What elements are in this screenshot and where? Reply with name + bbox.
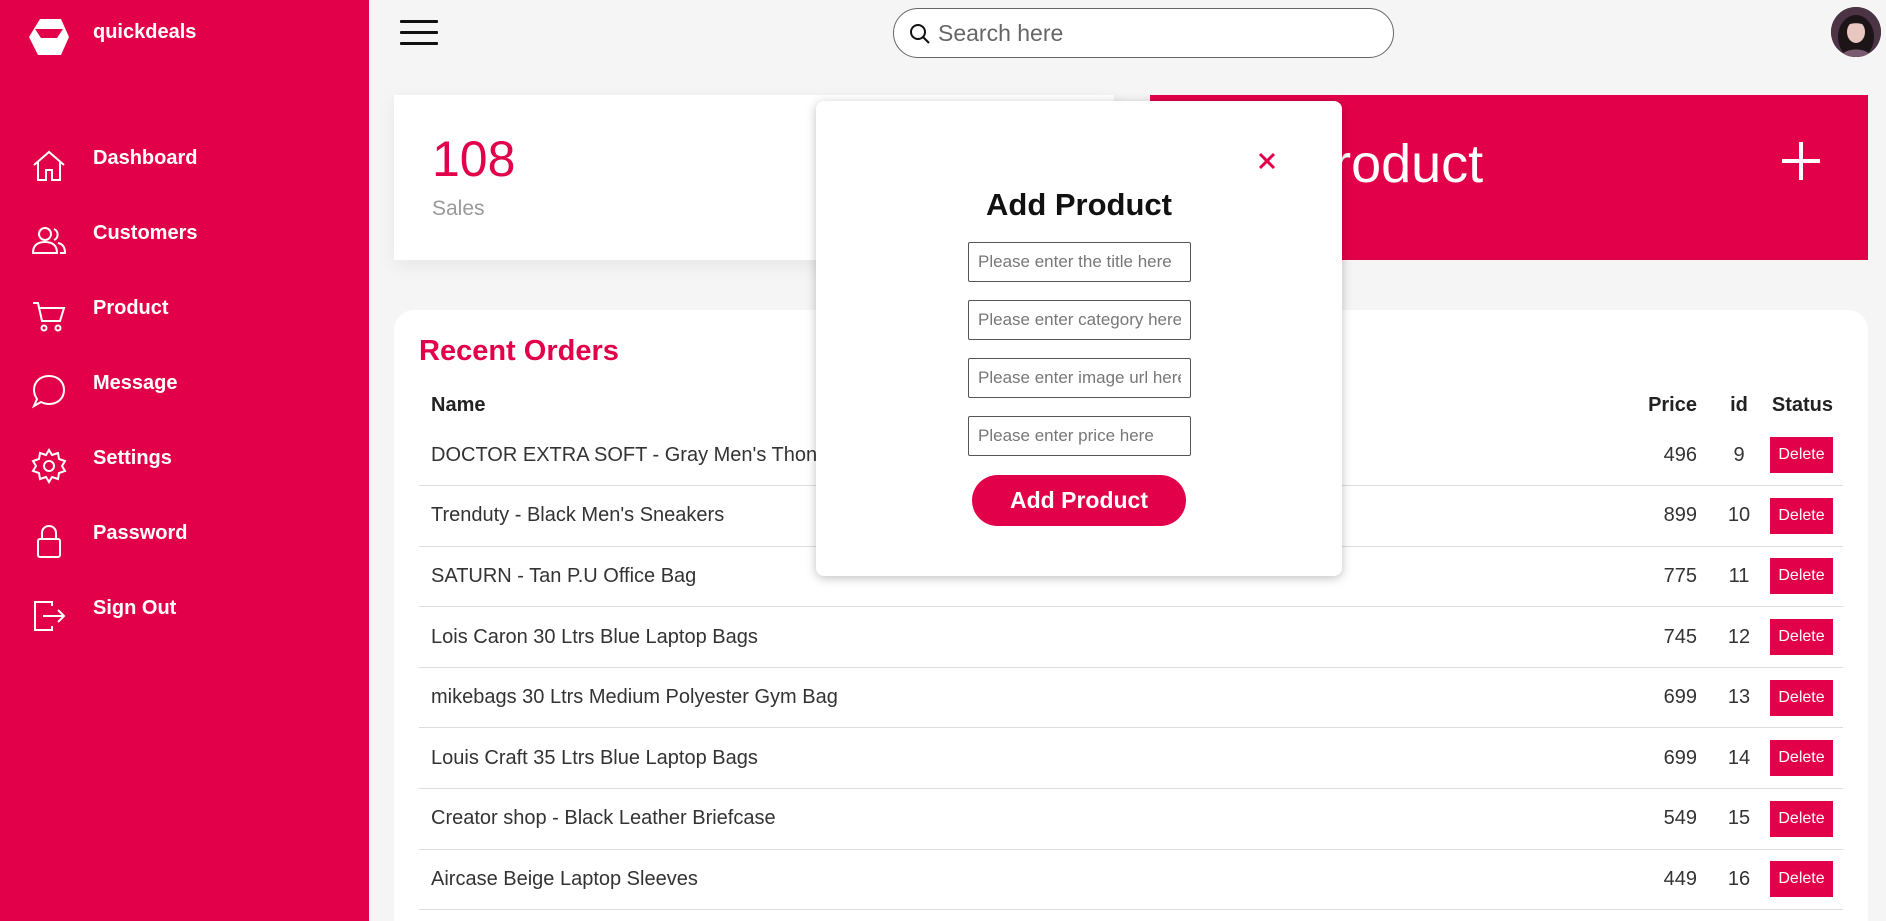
column-header-id: id [1730,393,1748,416]
delete-button[interactable]: Delete [1770,861,1833,898]
delete-button[interactable]: Delete [1770,619,1833,656]
status-cell: Delete [1759,667,1843,729]
sidebar-item-label: Settings [93,447,172,469]
sidebar-nav: Dashboard Customers Product Message Sett… [0,135,369,660]
product-id: 9 [1719,425,1759,487]
status-cell: Delete [1759,485,1843,547]
delete-button[interactable]: Delete [1770,497,1833,534]
hamburger-line [400,42,438,45]
delete-button[interactable]: Delete [1770,558,1833,595]
product-price: 699 [1609,727,1719,790]
product-id: 10 [1719,485,1759,547]
modal-title: Add Product [986,187,1172,222]
chat-icon [30,372,68,410]
product-price: 449 [1609,849,1719,911]
sign-out-icon [30,597,68,635]
lock-icon [30,522,68,560]
product-name: Lois Caron 30 Ltrs Blue Laptop Bags [419,606,1609,668]
brand-name: quickdeals [93,21,197,43]
sidebar-item-label: Dashboard [93,147,198,169]
hamburger-line [400,31,438,34]
users-icon [30,222,68,260]
status-cell: Delete [1759,425,1843,487]
sales-count: 108 [432,131,516,187]
gear-icon [30,447,68,485]
sidebar-item-label: Customers [93,222,198,244]
column-header-price: Price [1648,393,1697,416]
box-logo-icon [29,19,69,55]
sidebar-item-customers[interactable]: Customers [0,210,369,285]
product-id: 11 [1719,546,1759,608]
search-input[interactable] [938,17,1368,49]
product-price: 899 [1609,485,1719,547]
sidebar: quickdeals Dashboard Customers Product M… [0,0,369,921]
table-row: Louis Craft 35 Ltrs Blue Laptop Bags 699… [419,727,1843,790]
sidebar-item-message[interactable]: Message [0,360,369,435]
status-cell: Delete [1759,546,1843,608]
product-price: 496 [1609,425,1719,487]
product-price: 745 [1609,606,1719,668]
product-name: Aircase Beige Laptop Sleeves [419,849,1609,911]
delete-button[interactable]: Delete [1770,679,1833,716]
cart-icon [30,297,68,335]
price-input[interactable] [968,416,1191,456]
delete-button[interactable]: Delete [1770,800,1833,837]
product-id: 16 [1719,849,1759,911]
product-price: 699 [1609,667,1719,729]
product-id: 12 [1719,606,1759,668]
avatar[interactable] [1831,7,1881,57]
sidebar-item-label: Sign Out [93,597,177,619]
status-cell: Delete [1759,788,1843,850]
product-id: 15 [1719,788,1759,850]
search-bar [893,8,1394,58]
status-cell: Delete [1759,849,1843,911]
status-cell: Delete [1759,727,1843,790]
avatar-image [1831,7,1881,57]
sidebar-item-dashboard[interactable]: Dashboard [0,135,369,210]
sidebar-item-label: Message [93,372,178,394]
sales-label: Sales [432,197,485,220]
product-id: 13 [1719,667,1759,729]
table-row: Creator shop - Black Leather Briefcase 5… [419,788,1843,850]
product-name: Louis Craft 35 Ltrs Blue Laptop Bags [419,727,1609,790]
table-row: Aircase Beige Laptop Sleeves 449 16 Dele… [419,849,1843,911]
product-price: 549 [1609,788,1719,850]
image-url-input[interactable] [968,358,1191,398]
hamburger-line [400,20,438,23]
recent-orders-title: Recent Orders [419,335,619,367]
product-name: mikebags 30 Ltrs Medium Polyester Gym Ba… [419,667,1609,729]
delete-button[interactable]: Delete [1770,437,1833,474]
sidebar-item-sign-out[interactable]: Sign Out [0,585,369,660]
close-icon[interactable] [1255,149,1279,173]
sidebar-item-settings[interactable]: Settings [0,435,369,510]
column-header-status: Status [1771,393,1833,416]
home-icon [30,147,68,185]
table-row: Lois Caron 30 Ltrs Blue Laptop Bags 745 … [419,606,1843,668]
category-input[interactable] [968,300,1191,340]
product-price: 775 [1609,546,1719,608]
sidebar-item-password[interactable]: Password [0,510,369,585]
add-product-submit-button[interactable]: Add Product [972,475,1186,526]
menu-toggle-button[interactable] [400,20,438,46]
table-row: mikebags 30 Ltrs Medium Polyester Gym Ba… [419,667,1843,729]
add-product-modal: Add Product Add Product [816,101,1342,576]
brand[interactable]: quickdeals [29,18,196,56]
status-cell: Delete [1759,606,1843,668]
title-input[interactable] [968,242,1191,282]
sidebar-item-label: Product [93,297,169,319]
product-id: 14 [1719,727,1759,790]
plus-icon [1782,142,1820,180]
delete-button[interactable]: Delete [1770,740,1833,777]
sidebar-item-product[interactable]: Product [0,285,369,360]
sidebar-item-label: Password [93,522,188,544]
product-name: Creator shop - Black Leather Briefcase [419,788,1609,850]
search-icon [910,24,930,44]
